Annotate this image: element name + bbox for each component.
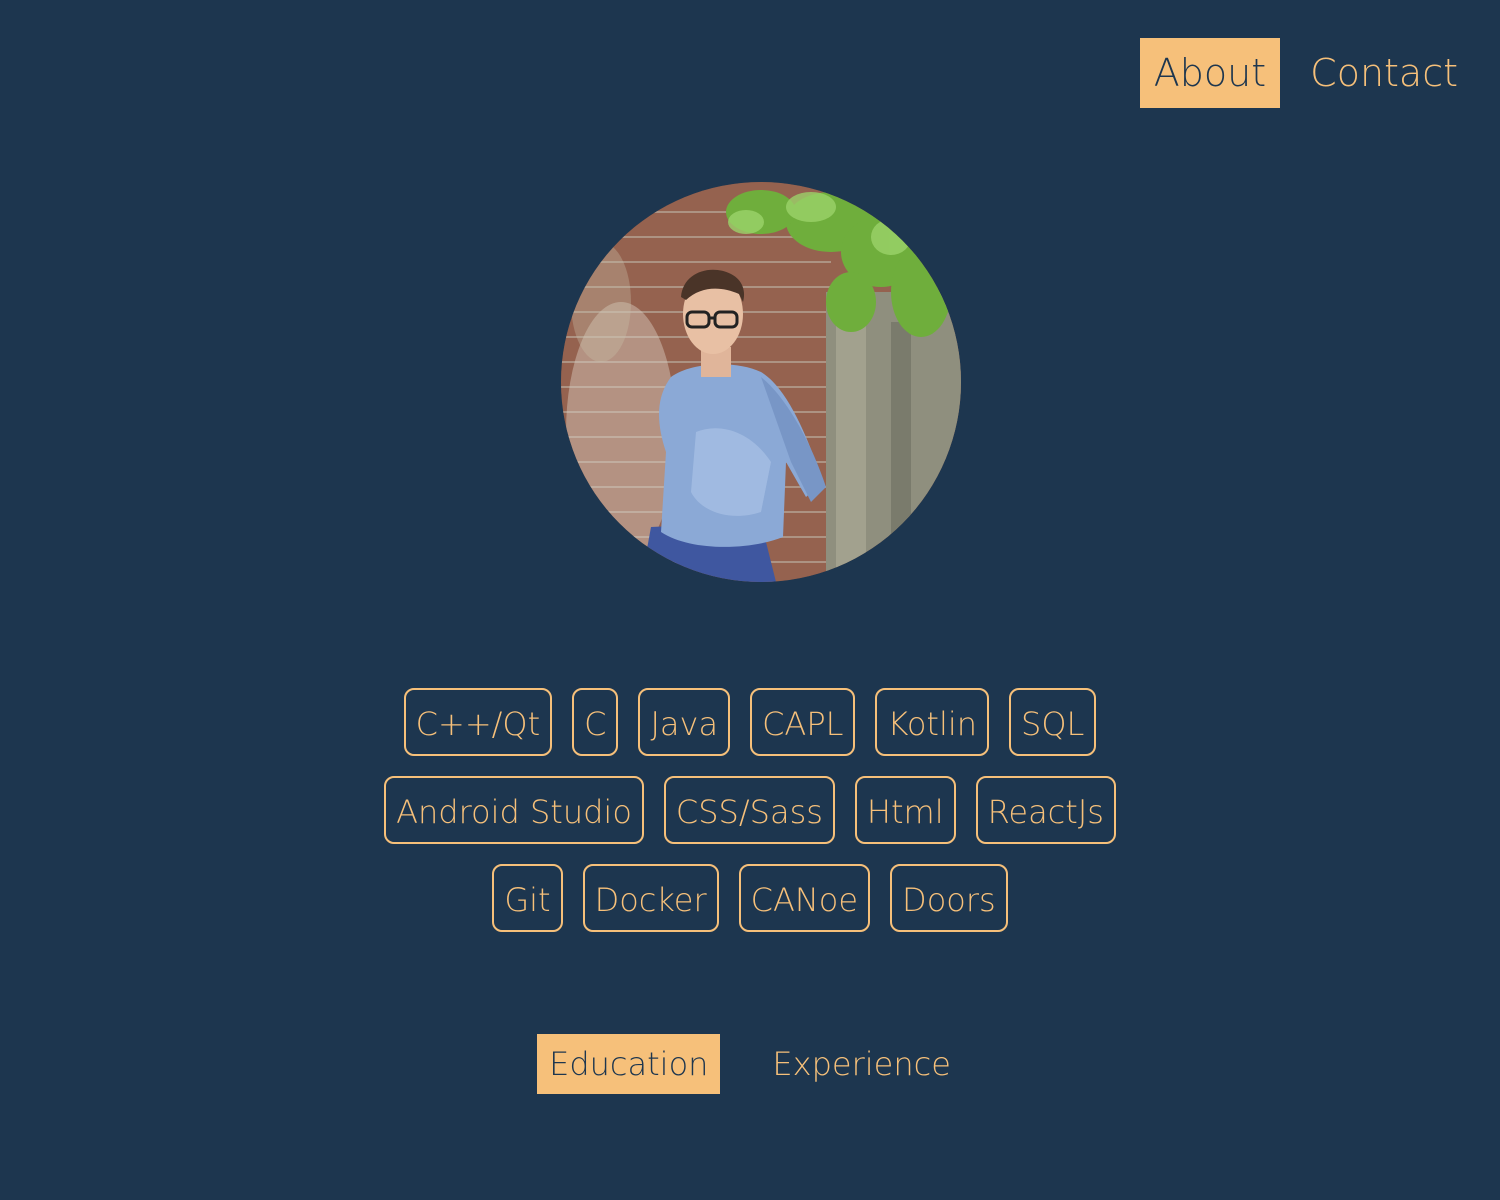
- skill-tag: CSS/Sass: [663, 776, 835, 844]
- skills-list: C++/Qt C Java CAPL Kotlin SQL Android St…: [0, 688, 1500, 952]
- skill-tag: CANoe: [738, 864, 871, 932]
- tab-education[interactable]: Education: [537, 1034, 721, 1094]
- nav-contact-link[interactable]: Contact: [1296, 38, 1472, 108]
- skill-tag: C: [572, 688, 619, 756]
- skills-row: Android Studio CSS/Sass Html ReactJs: [0, 776, 1500, 844]
- skill-tag: SQL: [1009, 688, 1097, 756]
- skill-tag: CAPL: [750, 688, 856, 756]
- skill-tag: Html: [854, 776, 956, 844]
- skills-row: Git Docker CANoe Doors: [0, 864, 1500, 932]
- page: About Contact C++/Qt C Java CAPL Kotlin …: [0, 0, 1500, 1200]
- skill-tag: Java: [638, 688, 731, 756]
- skill-tag: Android Studio: [384, 776, 644, 844]
- skill-tag: ReactJs: [975, 776, 1116, 844]
- skill-tag: Kotlin: [875, 688, 990, 756]
- section-tabs: Education Experience: [0, 1034, 1500, 1094]
- skill-tag: Git: [492, 864, 563, 932]
- skill-tag: Docker: [582, 864, 719, 932]
- nav-about-link[interactable]: About: [1139, 38, 1281, 108]
- skill-tag: C++/Qt: [403, 688, 553, 756]
- tab-experience[interactable]: Experience: [760, 1034, 962, 1094]
- skill-tag: Doors: [890, 864, 1008, 932]
- top-nav: About Contact: [1124, 38, 1472, 108]
- profile-photo: [561, 182, 961, 582]
- skills-row: C++/Qt C Java CAPL Kotlin SQL: [0, 688, 1500, 756]
